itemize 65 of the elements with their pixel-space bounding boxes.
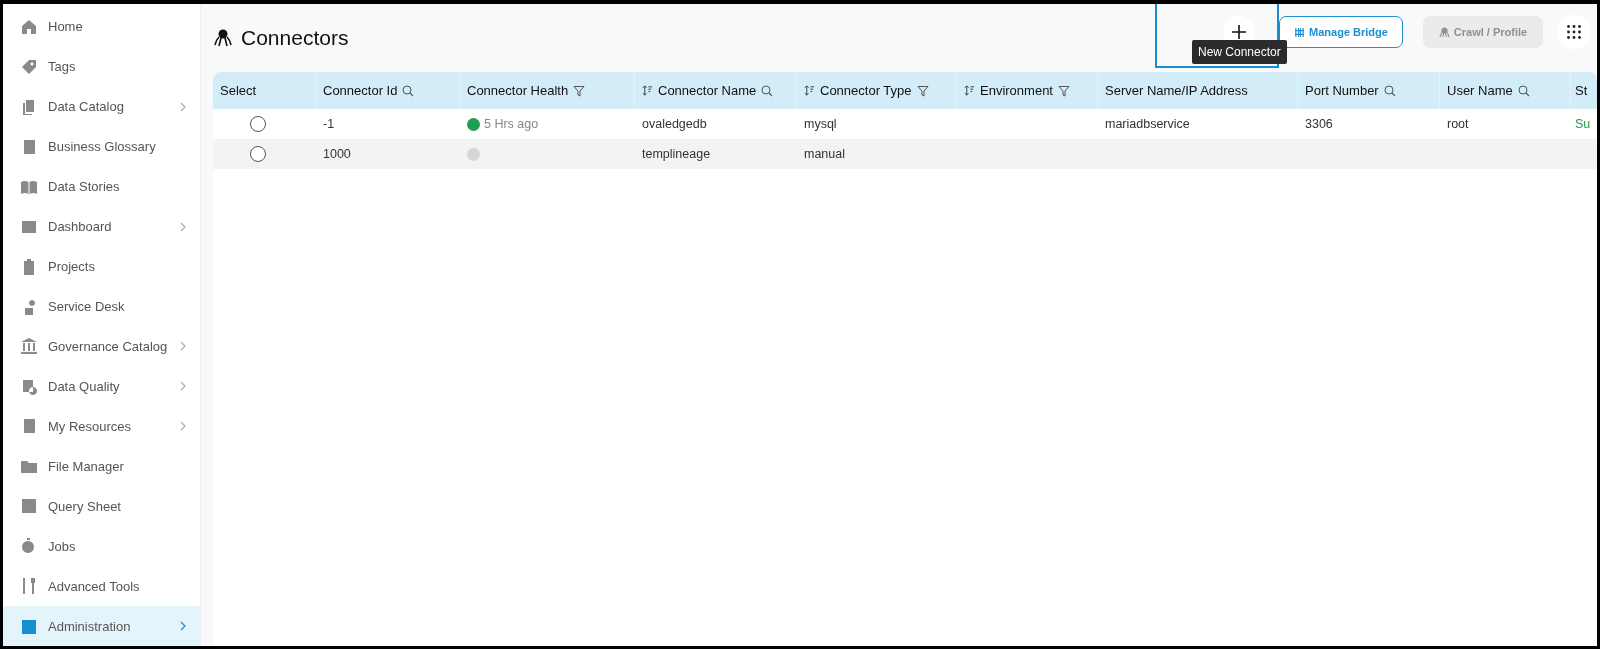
table-cell: ovaledgedb bbox=[642, 117, 707, 131]
filter-icon[interactable] bbox=[916, 84, 929, 97]
toolbar-button[interactable]: Manage Bridge bbox=[1279, 16, 1403, 48]
column-header: Server Name/IP Address bbox=[1105, 83, 1248, 98]
column-header: Select bbox=[220, 83, 257, 98]
health-time: 5 Hrs ago bbox=[484, 117, 539, 131]
sidebar-item[interactable]: Projects bbox=[3, 246, 200, 287]
search-icon[interactable] bbox=[1383, 84, 1396, 97]
table-cell: templineage bbox=[642, 147, 711, 161]
menu-item-icon bbox=[20, 377, 38, 396]
filter-icon[interactable] bbox=[573, 84, 586, 97]
sort-icon[interactable] bbox=[642, 85, 653, 96]
column-header: St bbox=[1575, 83, 1588, 98]
sidebar-item[interactable]: Business Glossary bbox=[3, 126, 200, 167]
table-cell: root bbox=[1447, 117, 1469, 131]
filter-icon[interactable] bbox=[1058, 84, 1070, 97]
search-icon[interactable] bbox=[761, 84, 774, 97]
search-icon[interactable] bbox=[1517, 84, 1530, 97]
menu-item-icon bbox=[20, 337, 38, 356]
sidebar-item[interactable]: Data Catalog bbox=[3, 86, 200, 127]
sidebar-item[interactable]: Tags bbox=[3, 46, 200, 87]
menu-item-icon bbox=[20, 497, 38, 516]
sort-icon[interactable] bbox=[804, 85, 815, 96]
row-radio[interactable] bbox=[249, 146, 266, 162]
bridge-icon bbox=[1294, 26, 1306, 38]
sidebar-item[interactable]: Data Quality bbox=[3, 366, 200, 407]
menu-item-icon bbox=[20, 17, 38, 36]
column-header: Connector Type bbox=[820, 83, 912, 98]
sidebar-item[interactable]: Administration bbox=[3, 606, 200, 646]
sidebar-item[interactable]: Query Sheet bbox=[3, 486, 200, 527]
sidebar-item[interactable]: File Manager bbox=[3, 446, 200, 487]
page-title: Connectors bbox=[241, 26, 349, 50]
grid-icon bbox=[1567, 25, 1581, 39]
octopus-icon bbox=[213, 28, 233, 48]
table-cell: manual bbox=[804, 147, 845, 161]
table-cell: mysql bbox=[804, 117, 837, 131]
table-cell: mariadbservice bbox=[1105, 117, 1190, 131]
sidebar-item[interactable]: Jobs bbox=[3, 526, 200, 567]
status-text: Su bbox=[1575, 117, 1591, 131]
table-cell: 3306 bbox=[1305, 117, 1333, 131]
column-header: Connector Health bbox=[467, 83, 569, 98]
sort-icon[interactable] bbox=[964, 85, 975, 96]
sidebar-item[interactable]: Advanced Tools bbox=[3, 566, 200, 607]
tooltip: New Connector bbox=[1192, 40, 1287, 64]
octopus-icon bbox=[1438, 26, 1450, 38]
row-radio[interactable] bbox=[249, 116, 266, 132]
menu-item-icon bbox=[20, 57, 38, 76]
column-header: Connector Name bbox=[658, 83, 757, 98]
column-header: User Name bbox=[1447, 83, 1513, 98]
column-header: Environment bbox=[980, 83, 1053, 98]
apps-menu-button[interactable] bbox=[1557, 15, 1591, 49]
plus-icon bbox=[1232, 25, 1246, 39]
sidebar-item[interactable]: Data Stories bbox=[3, 166, 200, 207]
column-header: Connector Id bbox=[323, 83, 398, 98]
sidebar-item[interactable]: Home bbox=[3, 7, 200, 47]
sidebar-item[interactable]: My Resources bbox=[3, 406, 200, 447]
search-icon[interactable] bbox=[402, 84, 415, 97]
table-cell: 1000 bbox=[323, 147, 351, 161]
menu-item-icon bbox=[20, 617, 38, 636]
sidebar-item[interactable]: Service Desk bbox=[3, 286, 200, 327]
menu-item-icon bbox=[20, 577, 38, 596]
sidebar-item[interactable]: Dashboard bbox=[3, 206, 200, 247]
column-header: Port Number bbox=[1305, 83, 1379, 98]
sidebar-item[interactable]: Governance Catalog bbox=[3, 326, 200, 367]
table-cell: -1 bbox=[323, 117, 335, 131]
